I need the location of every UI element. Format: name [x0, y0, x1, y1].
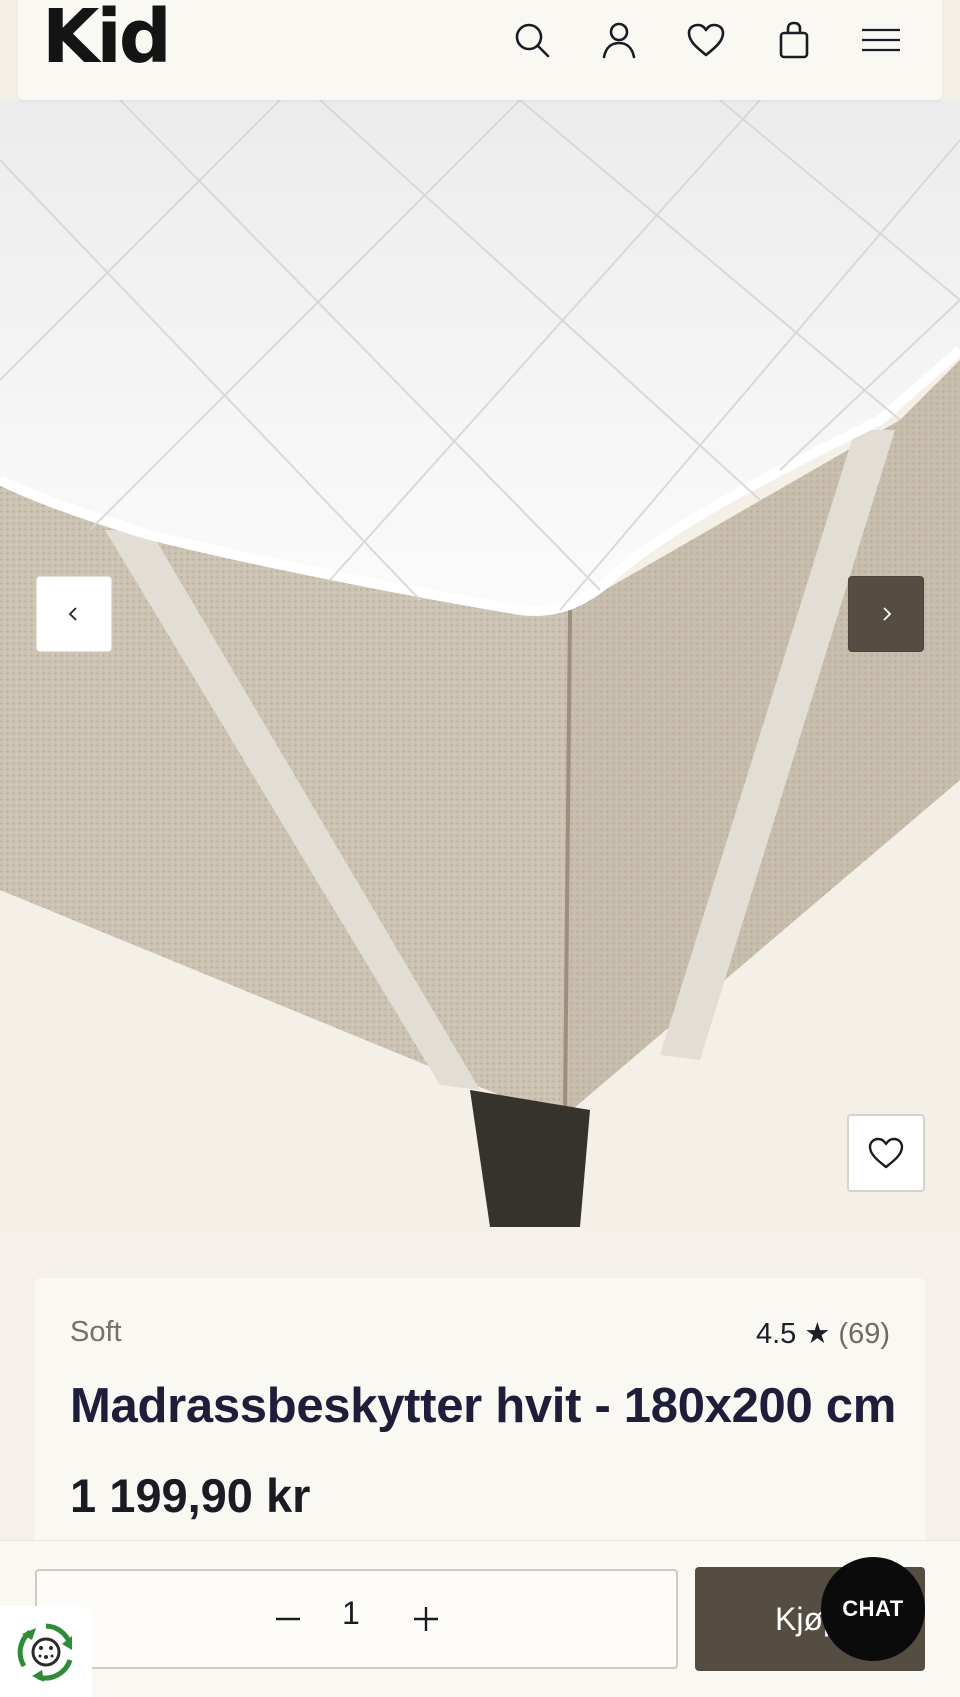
- chevron-right-icon: [883, 607, 892, 621]
- account-button[interactable]: [593, 14, 645, 66]
- chat-button-label: CHAT: [842, 1596, 904, 1621]
- recycle-badge[interactable]: [0, 1606, 92, 1697]
- next-image-button[interactable]: [848, 576, 924, 652]
- chevron-left-icon: [68, 607, 77, 621]
- decrease-quantity-button[interactable]: [266, 1597, 310, 1641]
- quantity-stepper: 1: [35, 1569, 678, 1669]
- cart-button[interactable]: [768, 14, 820, 66]
- cart-icon: [779, 21, 809, 59]
- search-icon: [515, 23, 550, 58]
- search-button[interactable]: [506, 14, 558, 66]
- increase-quantity-button[interactable]: [404, 1597, 448, 1641]
- chat-button[interactable]: CHAT: [821, 1557, 925, 1661]
- account-icon: [602, 22, 636, 59]
- add-to-wishlist-button[interactable]: [847, 1114, 925, 1192]
- product-brand[interactable]: Soft: [70, 1316, 122, 1349]
- previous-image-button[interactable]: [36, 576, 112, 652]
- minus-icon: [276, 1617, 300, 1621]
- quantity-value[interactable]: 1: [342, 1595, 360, 1632]
- product-rating[interactable]: 4.5 ★ (69): [756, 1316, 890, 1351]
- product-image-gallery[interactable]: [0, 0, 960, 1227]
- rating-count: (69): [838, 1318, 890, 1350]
- wishlist-icon: [687, 23, 725, 57]
- star-icon: ★: [804, 1318, 831, 1350]
- product-image: [0, 0, 960, 1227]
- product-price: 1 199,90 kr: [70, 1469, 311, 1522]
- recycle-icon: [17, 1623, 73, 1682]
- purchase-bar: 1 Kjøp: [0, 1540, 960, 1697]
- menu-icon: [862, 28, 900, 52]
- site-header: Kid: [18, 0, 942, 100]
- rating-value: 4.5: [755, 1318, 797, 1350]
- wishlist-button[interactable]: [680, 14, 732, 66]
- plus-icon: [414, 1607, 438, 1631]
- kid-logo[interactable]: Kid: [42, 0, 172, 80]
- heart-icon: [868, 1137, 904, 1169]
- product-title: Madrassbeskytter hvit - 180x200 cm: [70, 1379, 896, 1433]
- menu-button[interactable]: [855, 14, 907, 66]
